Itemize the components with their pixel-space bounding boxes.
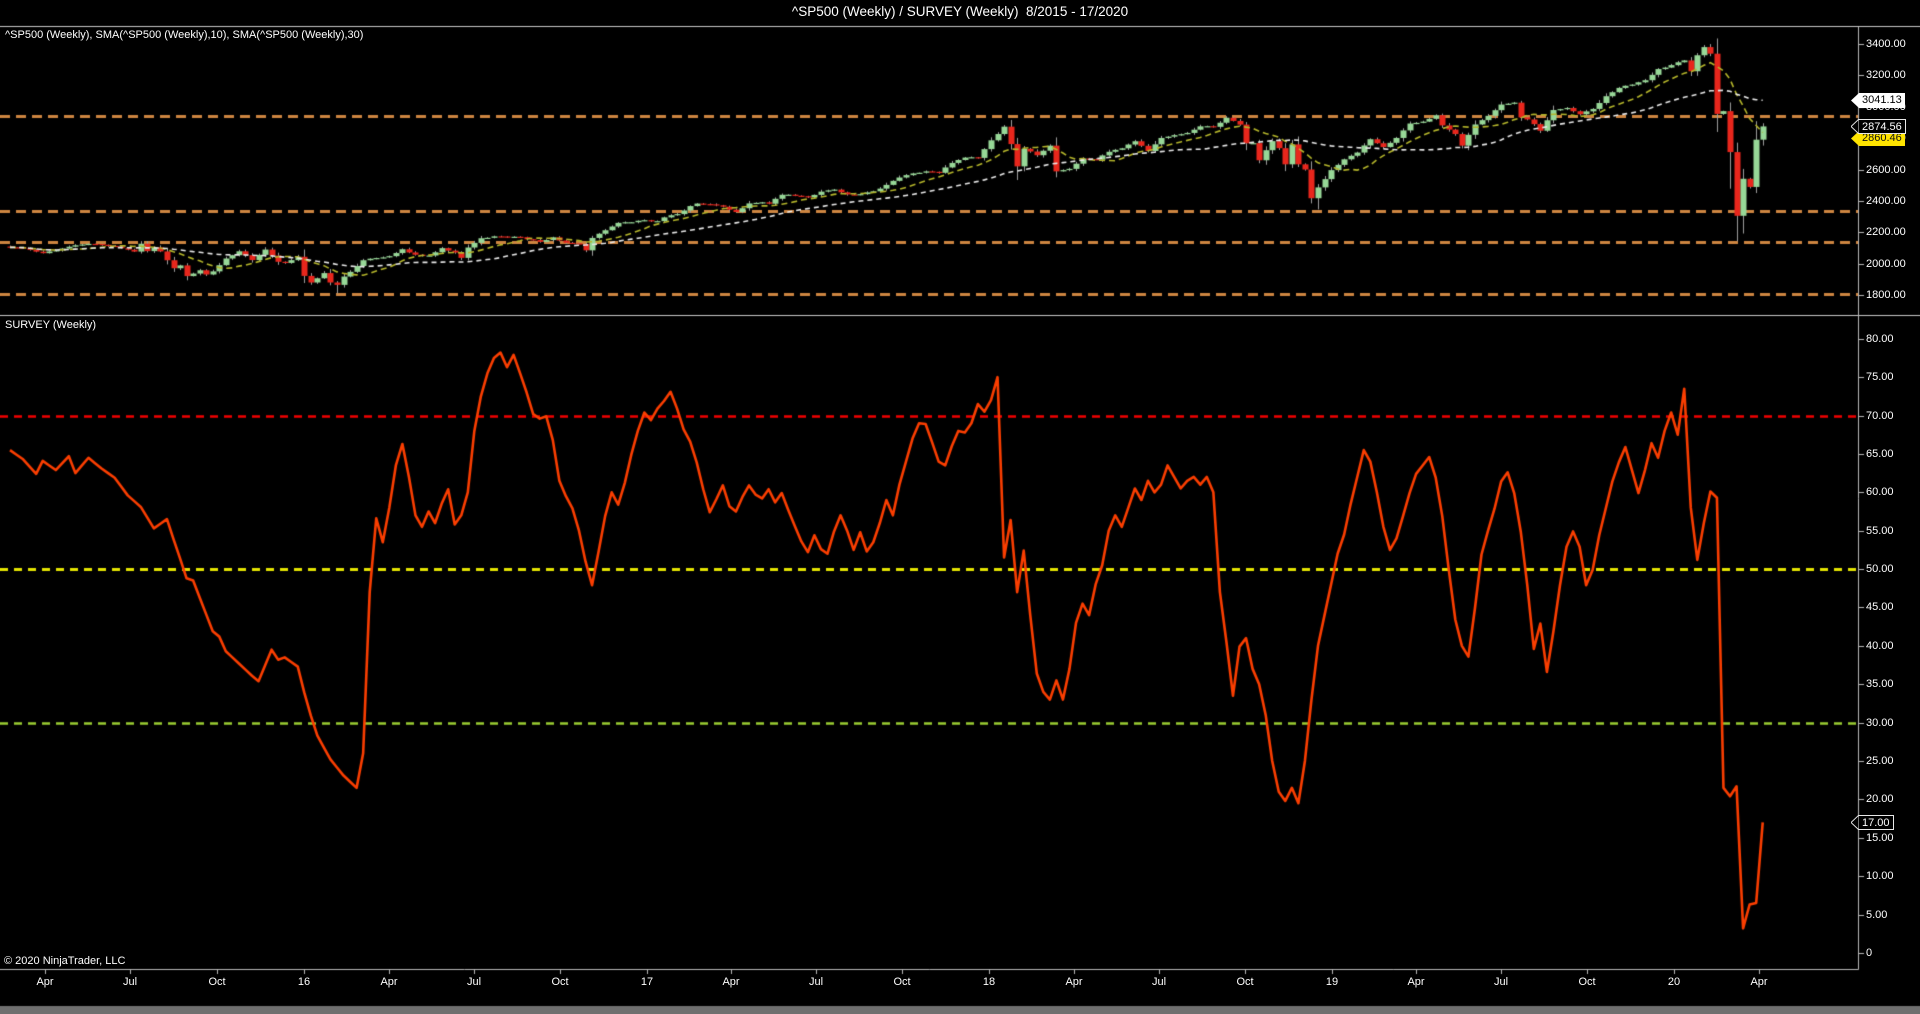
copyright-notice: © 2020 NinjaTrader, LLC	[4, 955, 126, 967]
chart-title: ^SP500 (Weekly) / SURVEY (Weekly) 8/2015…	[791, 4, 1129, 19]
price-panel-indicator-label: ^SP500 (Weekly), SMA(^SP500 (Weekly),10)…	[5, 29, 364, 41]
survey-panel-label: SURVEY (Weekly)	[5, 319, 97, 331]
chart-canvas[interactable]	[0, 0, 1920, 1014]
price-scale-axis[interactable]	[1858, 27, 1920, 969]
time-scale-axis[interactable]	[0, 969, 1858, 999]
chart-window: ^SP500 (Weekly) / SURVEY (Weekly) 8/2015…	[0, 0, 1920, 1014]
